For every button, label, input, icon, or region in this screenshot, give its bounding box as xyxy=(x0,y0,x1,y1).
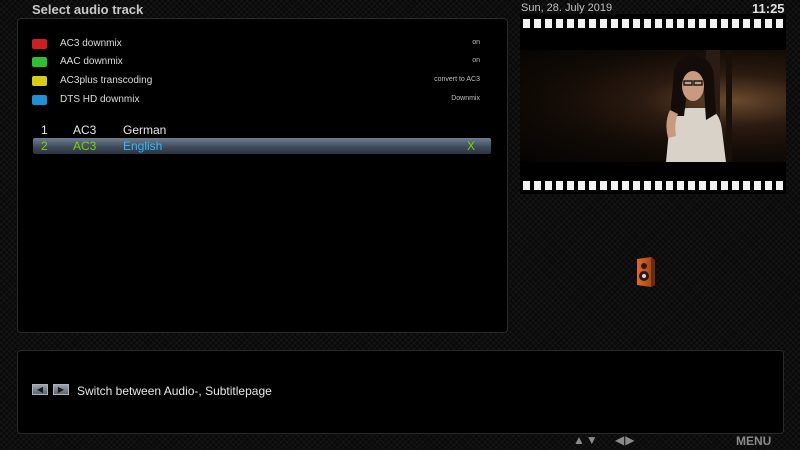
option-aac-downmix[interactable]: AAC downmix on xyxy=(32,56,480,70)
track-active-mark: X xyxy=(466,139,475,153)
left-arrow-key-icon[interactable]: ◀ xyxy=(32,384,48,395)
film-sprockets-top xyxy=(523,19,783,28)
option-ac3plus-transcoding[interactable]: AC3plus transcoding convert to AC3 xyxy=(32,75,480,89)
yellow-key-icon xyxy=(32,76,47,86)
option-value: on xyxy=(472,39,480,46)
help-text: Switch between Audio-, Subtitlepage xyxy=(77,384,272,398)
person-silhouette xyxy=(666,50,732,162)
option-value: convert to AC3 xyxy=(434,76,480,83)
right-arrow-key-icon[interactable]: ▶ xyxy=(53,384,69,395)
option-label: AAC downmix xyxy=(60,56,123,67)
track-row[interactable]: 1 AC3 German xyxy=(33,122,491,138)
red-key-icon xyxy=(32,39,47,49)
option-label: AC3 downmix xyxy=(60,38,122,49)
option-label: DTS HD downmix xyxy=(60,94,140,105)
option-value: Downmix xyxy=(451,95,480,102)
film-sprockets-bottom xyxy=(523,181,783,190)
option-dts-hd-downmix[interactable]: DTS HD downmix Downmix xyxy=(32,94,480,108)
film-strip-icon xyxy=(520,14,786,194)
track-row-selected[interactable]: 2 AC3 English X xyxy=(33,138,491,154)
help-panel: ◀ ▶ Switch between Audio-, Subtitlepage xyxy=(17,350,784,434)
up-down-arrows-icon: ▲▼ xyxy=(573,433,599,447)
blue-key-icon xyxy=(32,95,47,105)
option-label: AC3plus transcoding xyxy=(60,75,153,86)
track-codec: AC3 xyxy=(73,139,97,153)
green-key-icon xyxy=(32,57,47,67)
option-ac3-downmix[interactable]: AC3 downmix on xyxy=(32,38,480,52)
audio-track-panel: AC3 downmix on AAC downmix on AC3plus tr… xyxy=(17,18,508,333)
option-value: on xyxy=(472,57,480,64)
track-number: 2 xyxy=(41,139,48,153)
track-language: German xyxy=(123,123,167,137)
video-preview xyxy=(520,50,786,162)
track-language: English xyxy=(123,139,163,153)
page-title: Select audio track xyxy=(32,2,144,17)
track-codec: AC3 xyxy=(73,123,97,137)
speaker-icon xyxy=(637,257,655,287)
date-display: Sun, 28. July 2019 xyxy=(521,2,613,14)
track-number: 1 xyxy=(41,123,48,137)
left-right-arrows-icon: ◀▶ xyxy=(615,433,636,447)
menu-button[interactable]: MENU xyxy=(736,434,771,448)
